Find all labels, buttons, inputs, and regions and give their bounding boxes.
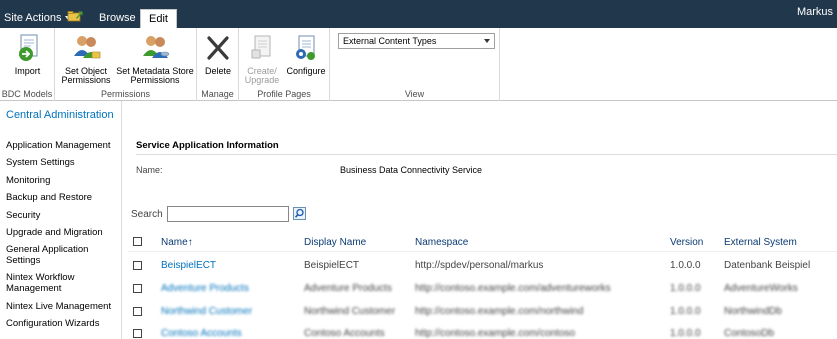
set-metadata-store-permissions-button[interactable]: Set Metadata Store Permissions — [115, 32, 195, 85]
table-row-namespace: http://contoso.example.com/northwind — [415, 306, 584, 317]
table-row-external-system: NorthwindDb — [724, 306, 782, 317]
create-page-icon — [251, 35, 271, 59]
nav-item-nintex-live-management[interactable]: Nintex Live Management — [6, 301, 120, 312]
select-all-checkbox[interactable] — [133, 237, 142, 246]
search-input[interactable] — [167, 206, 289, 222]
table-row-version: 1.0.0.0 — [670, 306, 701, 317]
header-divider — [128, 251, 837, 252]
nav-item-monitoring[interactable]: Monitoring — [6, 175, 120, 186]
table-row-version: 1.0.0.0 — [670, 283, 701, 294]
table-row-namespace: http://spdev/personal/markus — [415, 260, 544, 271]
table-row-display-name: Contoso Accounts — [304, 328, 385, 339]
chevron-down-icon — [484, 39, 490, 43]
column-header-display-name[interactable]: Display Name — [304, 237, 366, 248]
tab-browse[interactable]: Browse — [89, 10, 146, 28]
navigate-up-icon[interactable] — [67, 10, 83, 22]
name-label: Name: — [136, 165, 163, 175]
table-row-display-name: Adventure Products — [304, 283, 392, 294]
column-header-external-system[interactable]: External System — [724, 237, 797, 248]
configure-icon — [296, 35, 315, 60]
row-checkbox[interactable] — [133, 261, 142, 270]
ribbon-group-bdc-models: Import BDC Models — [0, 28, 55, 101]
row-checkbox[interactable] — [133, 307, 142, 316]
nav-item-backup-and-restore[interactable]: Backup and Restore — [6, 192, 120, 203]
table-row-external-system: ContosoDb — [724, 328, 775, 339]
ribbon-group-view: External Content Types View — [330, 28, 500, 101]
sort-ascending-icon: ↑ — [187, 237, 193, 248]
metadata-store-permissions-icon — [143, 36, 170, 58]
table-row-namespace: http://contoso.example.com/contoso — [415, 328, 576, 339]
left-navigation: Central Administration Application Manag… — [0, 101, 122, 339]
delete-button[interactable]: Delete — [200, 32, 236, 76]
table-row-name-link[interactable]: Northwind Customer — [161, 306, 252, 317]
import-label: Import — [14, 66, 41, 76]
ribbon-group-profile-pages: Create/ Upgrade Configure Profile Pages — [239, 28, 330, 101]
ribbon-group-manage: Delete Manage — [197, 28, 239, 101]
users-permissions-icon — [74, 36, 101, 59]
nav-item-nintex-workflow-management[interactable]: Nintex Workflow Management — [6, 272, 96, 294]
set-metadata-store-permissions-label: Set Metadata Store Permissions — [116, 66, 194, 85]
table-row-name-link[interactable]: Adventure Products — [161, 283, 249, 294]
section-title: Service Application Information — [136, 140, 279, 151]
group-label-manage: Manage — [201, 89, 234, 99]
nav-item-security[interactable]: Security — [6, 210, 120, 221]
name-value: Business Data Connectivity Service — [340, 165, 483, 175]
column-header-version[interactable]: Version — [670, 237, 703, 248]
group-label-profile-pages: Profile Pages — [257, 89, 311, 99]
central-administration-link[interactable]: Central Administration — [6, 109, 116, 121]
site-actions-label: Site Actions — [4, 12, 62, 24]
site-actions-menu[interactable]: Site Actions — [4, 12, 72, 24]
configure-label: Configure — [286, 66, 326, 76]
table-row-version: 1.0.0.0 — [670, 328, 701, 339]
delete-label: Delete — [204, 66, 231, 76]
nav-item-system-settings[interactable]: System Settings — [6, 157, 120, 168]
configure-button[interactable]: Configure — [283, 32, 329, 76]
group-label-bdc-models: BDC Models — [1, 89, 53, 99]
import-button[interactable]: Import — [4, 32, 51, 76]
section-divider — [136, 154, 837, 155]
nav-item-configuration-wizards[interactable]: Configuration Wizards — [6, 318, 120, 329]
group-label-view: View — [404, 89, 425, 99]
view-select-value: External Content Types — [343, 36, 437, 46]
nav-item-upgrade-and-migration[interactable]: Upgrade and Migration — [6, 227, 120, 238]
ribbon-group-permissions: Set Object Permissions Set Metadata Stor… — [55, 28, 197, 101]
group-label-permissions: Permissions — [100, 89, 150, 99]
column-header-namespace[interactable]: Namespace — [415, 237, 468, 248]
table-row-external-system: Datenbank Beispiel — [724, 260, 811, 271]
table-row-display-name: Northwind Customer — [304, 306, 396, 317]
table-row-version: 1.0.0.0 — [670, 260, 701, 271]
create-upgrade-label: Create/ Upgrade — [244, 66, 280, 85]
search-label: Search — [131, 209, 163, 220]
column-header-name[interactable]: Name↑ — [161, 237, 193, 248]
delete-icon — [207, 36, 229, 60]
table-row-name-link[interactable]: Contoso Accounts — [161, 328, 242, 339]
table-row-external-system: AdventureWorks — [724, 283, 798, 294]
tab-edit[interactable]: Edit — [140, 9, 177, 28]
view-select[interactable]: External Content Types — [338, 33, 495, 49]
table-row-namespace: http://contoso.example.com/adventurework… — [415, 283, 611, 294]
row-checkbox[interactable] — [133, 284, 142, 293]
user-menu[interactable]: Markus — [797, 6, 833, 18]
table-row-name-link[interactable]: BeispielECT — [161, 260, 216, 271]
nav-item-general-application-settings[interactable]: General Application Settings — [6, 244, 106, 266]
import-icon — [18, 34, 37, 61]
main-content: Service Application Information Name: Bu… — [123, 101, 837, 339]
row-checkbox[interactable] — [133, 329, 142, 338]
table-row-display-name: BeispielECT — [304, 260, 360, 271]
set-object-permissions-button[interactable]: Set Object Permissions — [57, 32, 115, 85]
nav-item-application-management[interactable]: Application Management — [6, 140, 120, 151]
create-upgrade-button[interactable]: Create/ Upgrade — [241, 32, 283, 85]
top-bar: Site Actions Browse Edit Markus — [0, 0, 837, 28]
ribbon: Import BDC Models Set Object Permissions — [0, 28, 837, 101]
column-header-name-label: Name — [161, 237, 188, 248]
search-icon[interactable] — [293, 207, 306, 220]
set-object-permissions-label: Set Object Permissions — [61, 66, 111, 85]
